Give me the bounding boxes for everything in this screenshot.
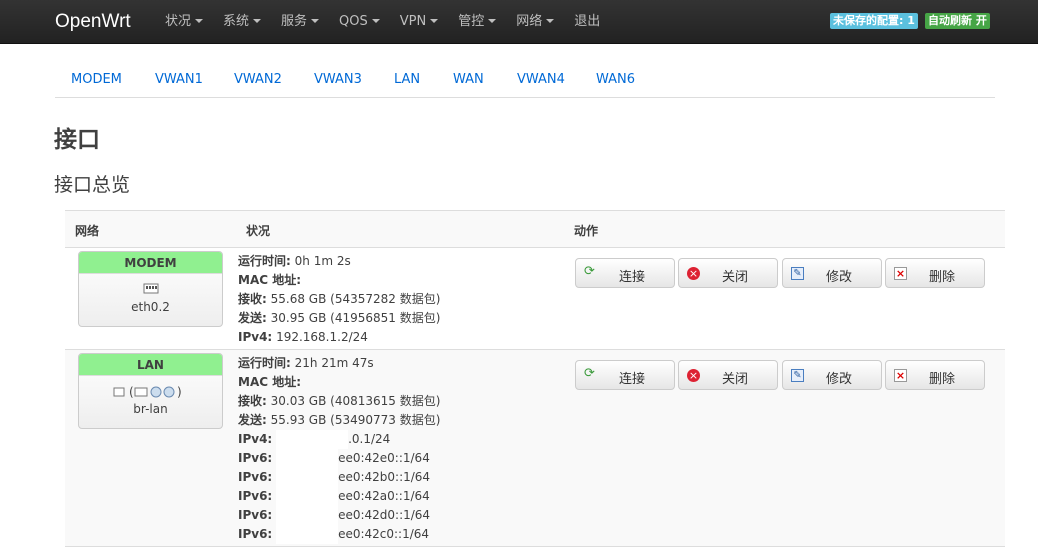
ethernet-port-icon [79,282,222,298]
ipv6-value: ee0:42d0::1/64 [338,508,431,522]
ipv6-value: ee0:42c0::1/64 [338,527,430,541]
ipv6-label: IPv6: [238,451,273,465]
caret-down-icon [311,19,320,23]
mac-label: MAC 地址: [238,273,302,287]
tx-label: 发送: [238,413,267,427]
main-menu: 状况 系统 服务 QOS VPN 管控 网络 退出 [165,0,620,44]
ipv4-label: IPv4: [238,330,273,344]
brand-logo[interactable]: OpenWrt [55,11,131,33]
tab-vwan2[interactable]: VWAN2 [234,72,282,87]
top-navbar: OpenWrt 状况 系统 服务 QOS VPN 管控 网络 退出 未保存的配置… [0,0,1038,44]
header-status: 状况 [246,224,271,238]
menu-status[interactable]: 状况 [165,0,204,44]
ipv6-label: IPv6: [238,508,273,522]
rx-label: 接收: [238,394,267,408]
interface-badge-lan: LAN ( ) br-lan [78,353,223,429]
redacted-region [276,506,339,525]
table-row: MODEM eth0.2 运行时间: 0h 1m 2s MAC 地址: 接收: … [65,248,1005,350]
mac-label: MAC 地址: [238,375,302,389]
interface-name: MODEM [79,252,222,274]
svg-text:(: ( [129,385,134,399]
tab-vwan4[interactable]: VWAN4 [517,72,565,87]
redacted-region [276,468,339,487]
delete-button[interactable]: 删除 [885,258,985,288]
interface-badge-modem: MODEM eth0.2 [78,251,223,327]
tx-label: 发送: [238,311,267,325]
ipv6-value: ee0:42b0::1/64 [338,470,431,484]
uptime-value: 21h 21m 47s [294,356,374,370]
caret-down-icon [195,19,204,23]
interface-status: 运行时间: 21h 21m 47s MAC 地址: 接收: 30.03 GB (… [238,354,440,544]
table-header: 网络 状况 动作 [65,210,1005,248]
ipv4-label: IPv4: [238,432,273,446]
interface-name: LAN [79,354,222,376]
ipv6-label: IPv6: [238,470,273,484]
delete-button[interactable]: 删除 [885,360,985,390]
caret-down-icon [430,19,439,23]
interface-status: 运行时间: 0h 1m 2s MAC 地址: 接收: 55.68 GB (543… [238,252,440,347]
uptime-value: 0h 1m 2s [294,254,351,268]
header-actions: 动作 [574,224,599,238]
menu-services[interactable]: 服务 [281,0,320,44]
rx-value: 30.03 GB (40813615 数据包) [270,394,441,408]
interface-device: br-lan [133,402,168,416]
ipv6-label: IPv6: [238,527,273,541]
section-title: 接口总览 [54,174,131,196]
table-row: LAN ( ) br-lan 运行时间: 21h 21m 47s MAC 地址:… [65,350,1005,547]
redacted-region [276,430,349,449]
tab-vwan3[interactable]: VWAN3 [314,72,362,87]
menu-system[interactable]: 系统 [223,0,262,44]
page-title: 接口 [54,127,100,153]
close-button[interactable]: 关闭 [678,258,778,288]
rx-value: 55.68 GB (54357282 数据包) [270,292,441,306]
tab-wan[interactable]: WAN [453,72,484,87]
tx-value: 55.93 GB (53490773 数据包) [270,413,441,427]
ipv4-value: .0.1/24 [348,432,391,446]
caret-down-icon [546,19,555,23]
edit-button[interactable]: 修改 [782,258,882,288]
edit-button[interactable]: 修改 [782,360,882,390]
tx-value: 30.95 GB (41956851 数据包) [270,311,441,325]
ipv4-value: 192.168.1.2/24 [276,330,368,344]
rx-label: 接收: [238,292,267,306]
close-button[interactable]: 关闭 [678,360,778,390]
ipv6-value: ee0:42e0::1/64 [338,451,430,465]
tab-modem[interactable]: MODEM [71,72,122,87]
tab-lan[interactable]: LAN [394,72,420,87]
menu-vpn[interactable]: VPN [400,0,439,44]
uptime-label: 运行时间: [238,254,291,268]
menu-logout[interactable]: 退出 [574,0,600,44]
ipv6-value: ee0:42a0::1/64 [338,489,430,503]
menu-network[interactable]: 网络 [516,0,555,44]
unsaved-changes-badge[interactable]: 未保存的配置: 1 [830,13,918,29]
menu-control[interactable]: 管控 [458,0,497,44]
redacted-region [276,487,339,506]
caret-down-icon [371,19,380,23]
tab-wan6[interactable]: WAN6 [596,72,635,87]
uptime-label: 运行时间: [238,356,291,370]
bridge-icon: ( ) [79,384,222,400]
tab-vwan1[interactable]: VWAN1 [155,72,203,87]
autorefresh-toggle[interactable]: 自动刷新 开 [925,13,990,29]
interface-tabs: MODEM VWAN1 VWAN2 VWAN3 LAN WAN VWAN4 WA… [55,62,995,98]
header-network: 网络 [75,224,100,238]
caret-down-icon [253,19,262,23]
redacted-region [276,525,339,544]
menu-qos[interactable]: QOS [339,0,380,44]
caret-down-icon [488,19,497,23]
interface-device: eth0.2 [131,300,170,314]
ipv6-label: IPv6: [238,489,273,503]
connect-button[interactable]: ⟳ 连接 [575,360,675,390]
connect-button[interactable]: ⟳ 连接 [575,258,675,288]
redacted-region [276,449,339,468]
svg-text:): ) [177,385,182,399]
